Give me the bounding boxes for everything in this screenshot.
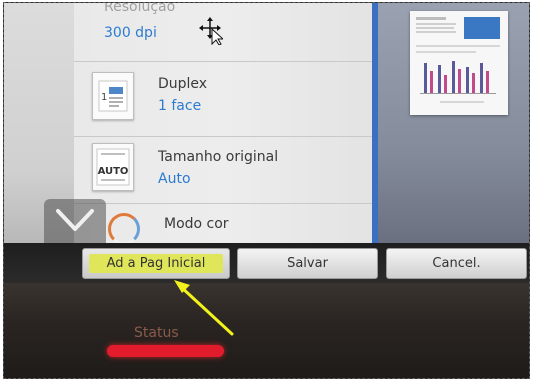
printer-screen: Resolução 300 dpi 1 Duplex 1 face AUTO T…	[4, 3, 529, 243]
device-bezel: Status	[4, 283, 529, 378]
color-mode-icon	[108, 213, 140, 243]
tamanho-label: Tamanho original	[158, 149, 279, 165]
move-cursor-icon	[199, 17, 223, 45]
cancel-button[interactable]: Cancel.	[386, 248, 527, 279]
setting-row-duplex[interactable]: 1 Duplex 1 face	[74, 61, 374, 127]
auto-size-icon: AUTO	[96, 148, 130, 186]
duplex-thumb-number: 1	[101, 92, 107, 103]
preview-panel	[378, 3, 529, 243]
chevron-down-icon	[56, 209, 94, 231]
modo-cor-label: Modo cor	[164, 216, 229, 232]
duplex-label: Duplex	[158, 76, 208, 92]
tamanho-thumbnail: AUTO	[92, 143, 134, 191]
duplex-value[interactable]: 1 face	[158, 98, 201, 114]
resolucao-label: Resolução	[104, 3, 176, 15]
resolucao-value[interactable]: 300 dpi	[104, 25, 157, 41]
duplex-thumbnail: 1	[92, 72, 134, 120]
duplex-page-icon: 1	[98, 80, 128, 112]
preview-page-icon	[416, 17, 500, 103]
tamanho-value[interactable]: Auto	[158, 171, 191, 187]
tamanho-thumb-text: AUTO	[98, 166, 129, 177]
go-home-button[interactable]: Ad a Pag Inicial	[82, 248, 230, 279]
status-led	[107, 345, 224, 357]
status-label: Status	[134, 325, 179, 341]
scroll-down-button[interactable]	[44, 199, 106, 243]
save-button[interactable]: Salvar	[237, 248, 378, 279]
document-preview	[410, 11, 508, 115]
setting-row-tamanho[interactable]: AUTO Tamanho original Auto	[74, 136, 374, 202]
photo-frame: Resolução 300 dpi 1 Duplex 1 face AUTO T…	[3, 2, 530, 379]
go-home-label: Ad a Pag Inicial	[106, 256, 206, 271]
action-bar: Ad a Pag Inicial Salvar Cancel.	[4, 243, 529, 283]
